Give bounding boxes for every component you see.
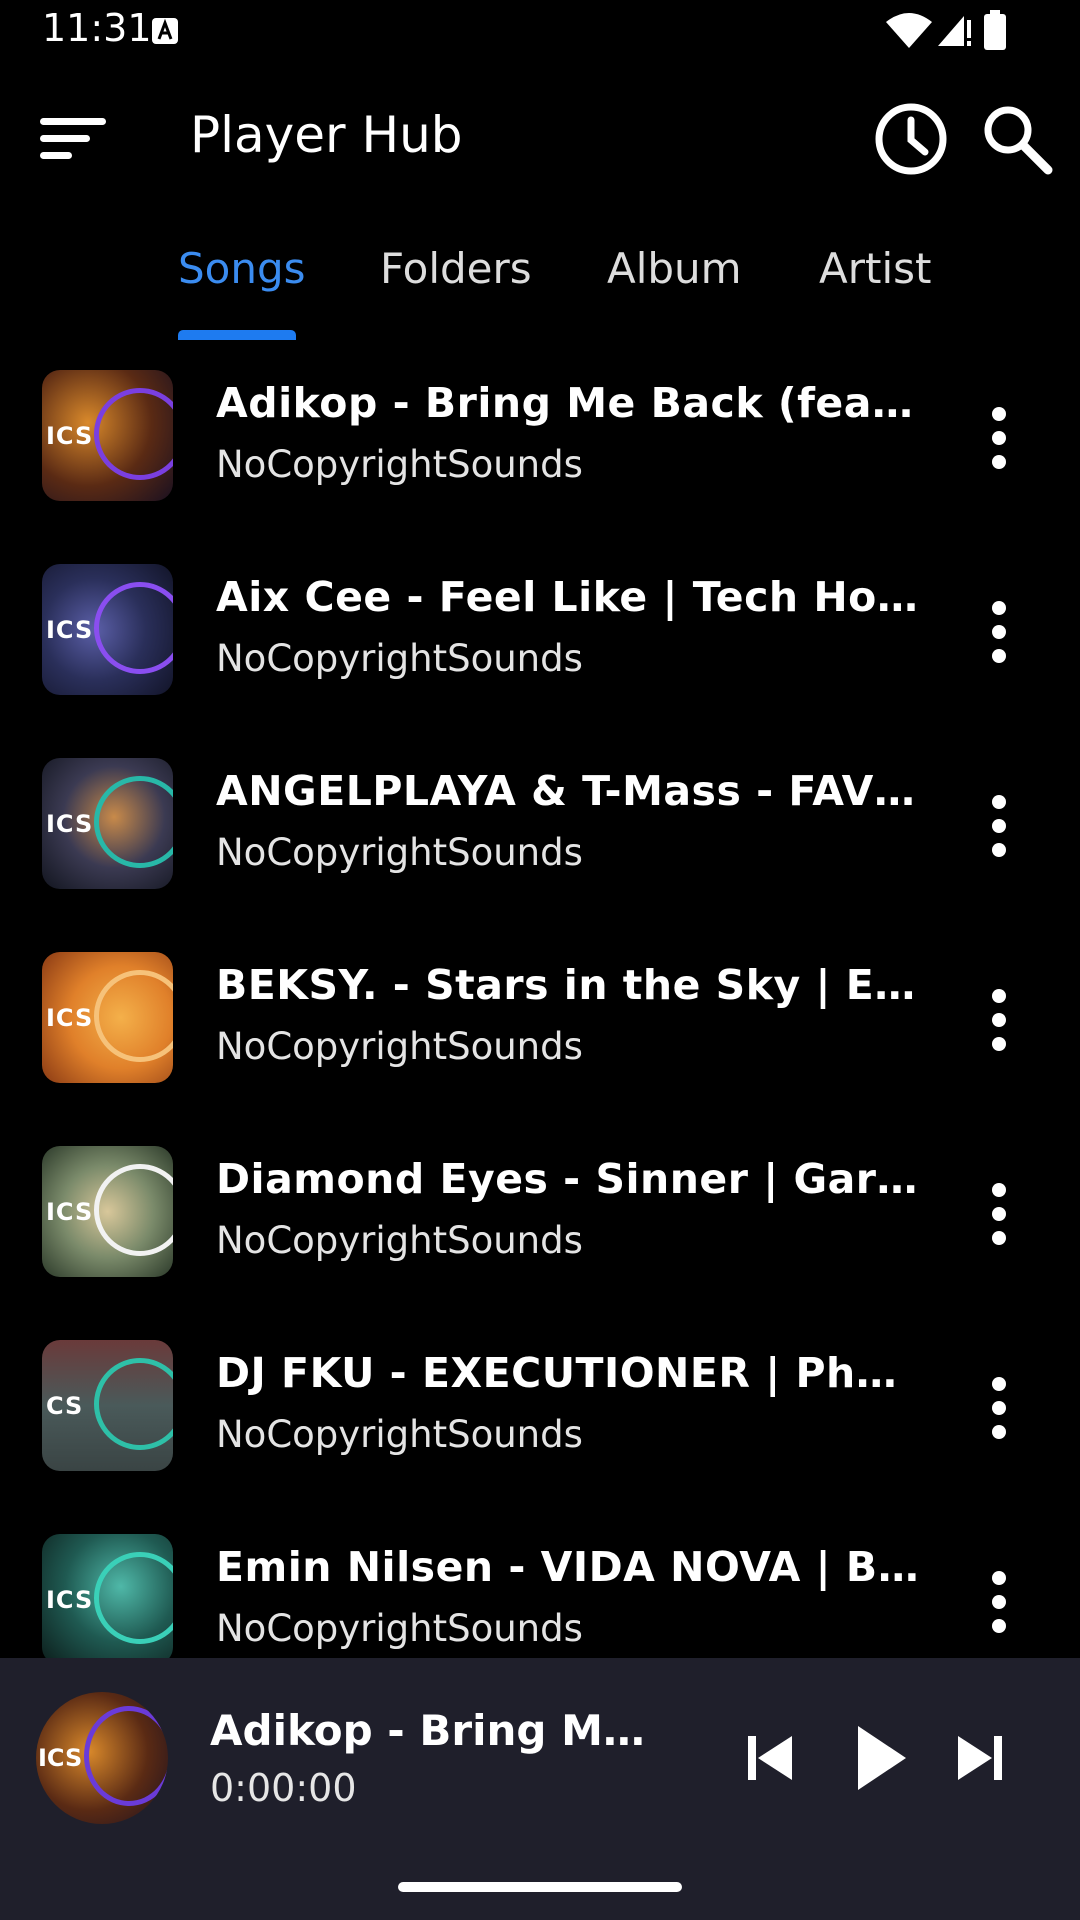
song-row[interactable]: ICS Adikop - Bring Me Back (feat. N... N… xyxy=(0,345,1080,539)
song-row[interactable]: ICS ANGELPLAYA & T-Mass - FAVHE... NoCop… xyxy=(0,733,1080,927)
song-title: Adikop - Bring Me Back (feat. N... xyxy=(216,379,920,427)
play-icon[interactable] xyxy=(850,1722,910,1794)
more-options-icon[interactable] xyxy=(976,599,1022,665)
song-row[interactable]: ICS Diamond Eyes - Sinner | Garag... NoC… xyxy=(0,1121,1080,1315)
search-icon[interactable] xyxy=(980,102,1054,176)
song-artist: NoCopyrightSounds xyxy=(216,1025,583,1068)
song-artist: NoCopyrightSounds xyxy=(216,831,583,874)
song-title: Diamond Eyes - Sinner | Garag... xyxy=(216,1155,920,1203)
mini-album-art: ICS xyxy=(36,1692,168,1824)
tab-bar: Songs Folders Album Artist xyxy=(0,212,1080,342)
tab-songs[interactable]: Songs xyxy=(178,244,306,293)
song-title: DJ FKU - EXECUTIONER | Phonk... xyxy=(216,1349,920,1397)
album-art: ICS xyxy=(42,758,173,889)
history-clock-icon[interactable] xyxy=(872,100,950,178)
album-art: ICS xyxy=(42,1534,173,1658)
song-artist: NoCopyrightSounds xyxy=(216,1219,583,1262)
now-playing-time: 0:00:00 xyxy=(210,1766,357,1810)
now-playing-title: Adikop - Bring Me B... xyxy=(210,1706,670,1755)
album-art: ICS xyxy=(42,952,173,1083)
album-art: ICS xyxy=(42,370,173,501)
skip-previous-icon[interactable] xyxy=(740,1728,800,1788)
song-row[interactable]: CS DJ FKU - EXECUTIONER | Phonk... NoCop… xyxy=(0,1315,1080,1509)
song-artist: NoCopyrightSounds xyxy=(216,1413,583,1456)
status-time: 11:31 xyxy=(42,6,152,50)
battery-icon xyxy=(984,10,1006,50)
more-options-icon[interactable] xyxy=(976,1375,1022,1441)
song-row[interactable]: ICS BEKSY. - Stars in the Sky | Elec... … xyxy=(0,927,1080,1121)
song-title: Aix Cee - Feel Like | Tech Hous... xyxy=(216,573,920,621)
home-indicator[interactable] xyxy=(398,1882,682,1892)
song-row[interactable]: ICS Aix Cee - Feel Like | Tech Hous... N… xyxy=(0,539,1080,733)
status-bar: 11:31 xyxy=(0,0,1080,62)
mini-player[interactable]: ICS Adikop - Bring Me B... 0:00:00 xyxy=(0,1658,1080,1920)
song-artist: NoCopyrightSounds xyxy=(216,443,583,486)
app-bar: Player Hub xyxy=(0,62,1080,212)
sort-menu-icon[interactable] xyxy=(38,114,108,164)
more-options-icon[interactable] xyxy=(976,987,1022,1053)
album-art: ICS xyxy=(42,564,173,695)
song-title: Emin Nilsen - VIDA NOVA | Bra... xyxy=(216,1543,920,1591)
tab-folders[interactable]: Folders xyxy=(380,244,532,293)
wifi-icon xyxy=(886,13,932,48)
keyboard-a-icon xyxy=(152,18,178,44)
more-options-icon[interactable] xyxy=(976,1569,1022,1635)
song-title: ANGELPLAYA & T-Mass - FAVHE... xyxy=(216,767,920,815)
page-title: Player Hub xyxy=(190,106,463,164)
tab-artist[interactable]: Artist xyxy=(819,244,932,293)
album-art: ICS xyxy=(42,1146,173,1277)
skip-next-icon[interactable] xyxy=(950,1728,1010,1788)
tab-album[interactable]: Album xyxy=(607,244,742,293)
song-artist: NoCopyrightSounds xyxy=(216,1607,583,1650)
song-list[interactable]: ICS Adikop - Bring Me Back (feat. N... N… xyxy=(0,345,1080,1658)
more-options-icon[interactable] xyxy=(976,405,1022,471)
more-options-icon[interactable] xyxy=(976,1181,1022,1247)
album-art: CS xyxy=(42,1340,173,1471)
tab-indicator xyxy=(178,330,296,340)
song-title: BEKSY. - Stars in the Sky | Elec... xyxy=(216,961,920,1009)
more-options-icon[interactable] xyxy=(976,793,1022,859)
song-row[interactable]: ICS Emin Nilsen - VIDA NOVA | Bra... NoC… xyxy=(0,1509,1080,1658)
signal-icon xyxy=(938,16,971,46)
song-artist: NoCopyrightSounds xyxy=(216,637,583,680)
